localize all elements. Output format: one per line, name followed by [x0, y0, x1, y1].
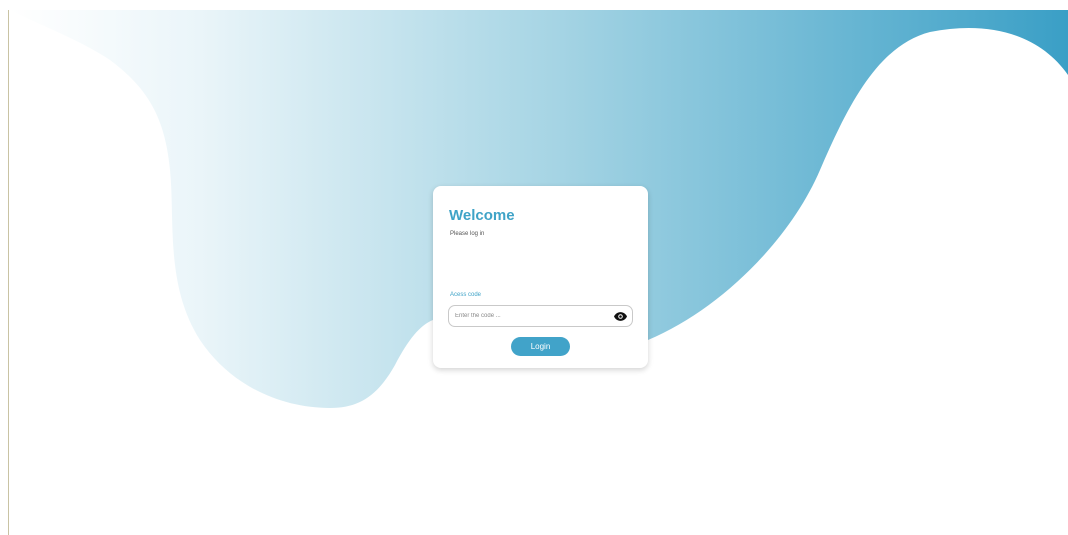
eye-icon[interactable] — [613, 310, 627, 322]
access-code-input[interactable] — [455, 308, 605, 324]
login-card: Welcome Please log in Acess code Login — [433, 186, 648, 368]
access-code-label: Acess code — [450, 292, 482, 298]
login-page: Welcome Please log in Acess code Login — [0, 0, 1068, 535]
welcome-title: Welcome — [449, 207, 515, 224]
login-subtitle: Please log in — [450, 231, 485, 237]
login-button[interactable]: Login — [511, 337, 570, 356]
access-code-field-wrapper — [448, 305, 633, 327]
